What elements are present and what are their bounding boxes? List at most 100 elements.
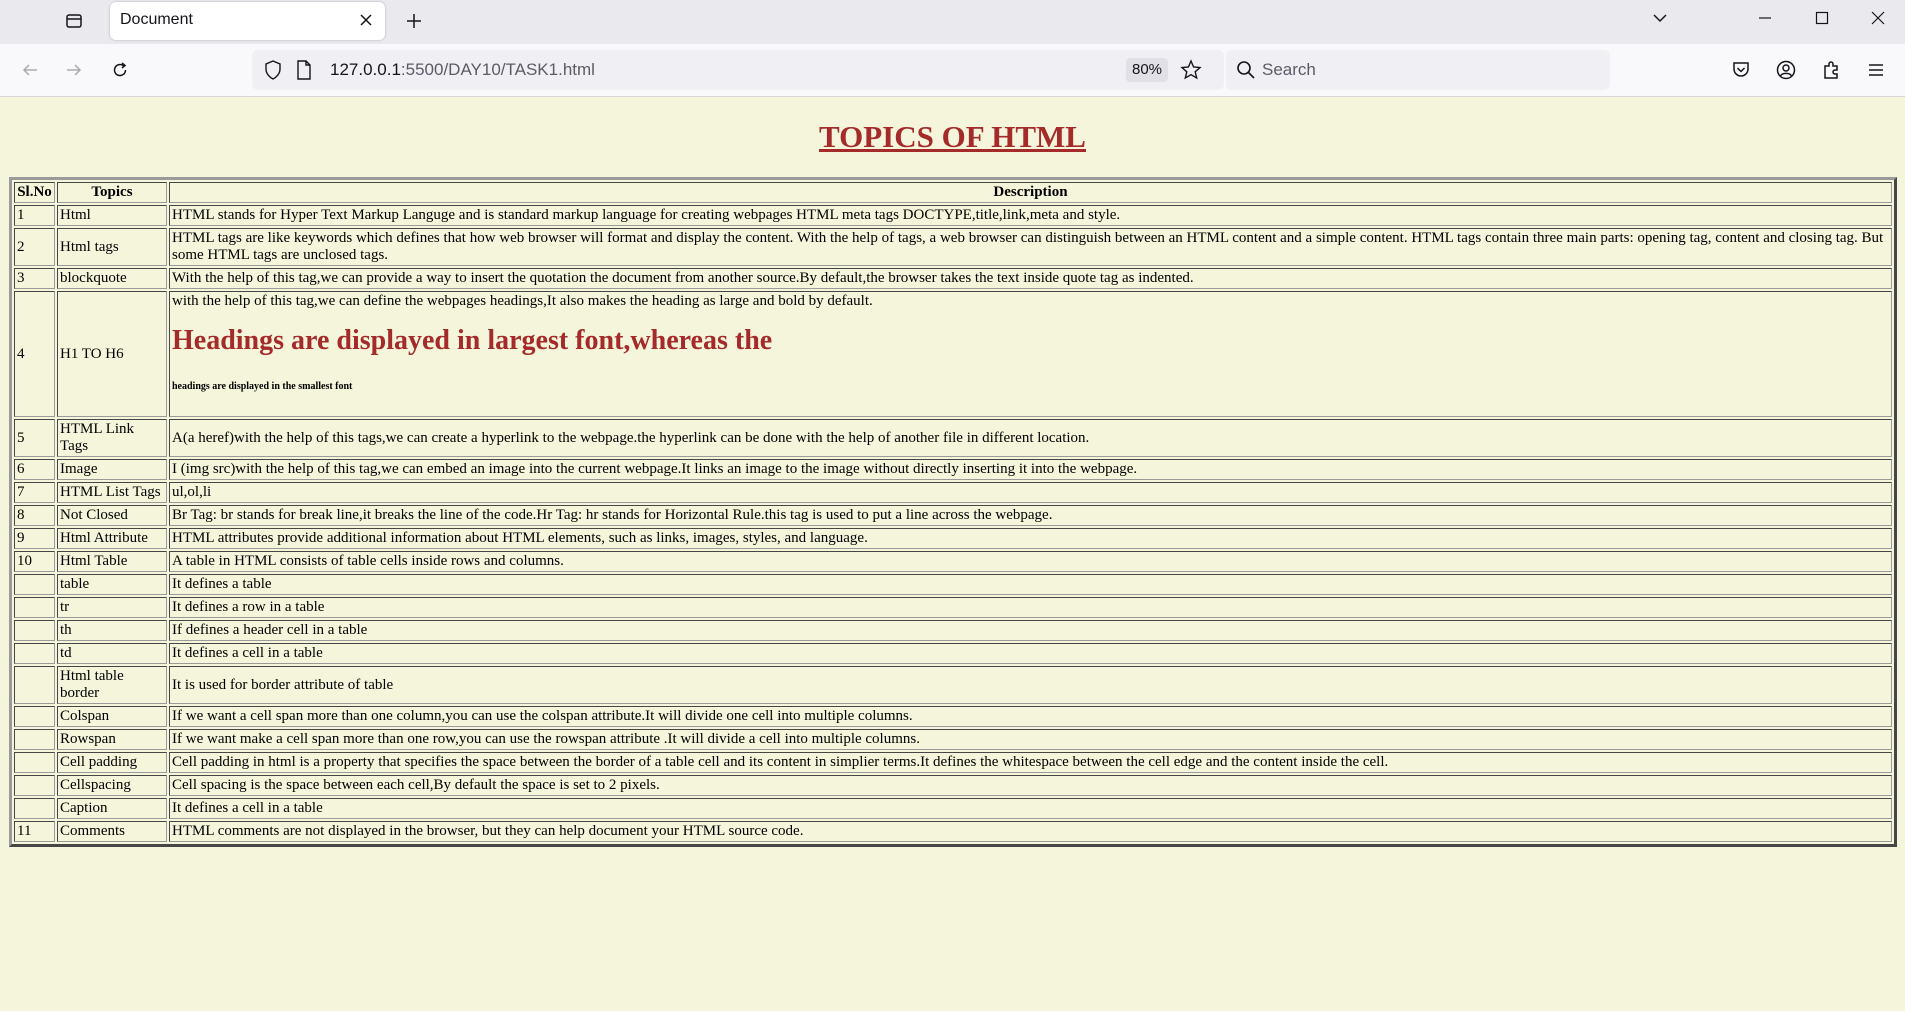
row-number bbox=[14, 775, 55, 796]
row-topic: table bbox=[57, 574, 167, 595]
row-description: HTML comments are not displayed in the b… bbox=[169, 821, 1892, 842]
row-number: 8 bbox=[14, 505, 55, 526]
table-row: Caption It defines a cell in a table bbox=[14, 798, 1892, 819]
table-row: 2 Html tags HTML tags are like keywords … bbox=[14, 228, 1892, 266]
tab-overflow-chevron-icon[interactable] bbox=[1637, 0, 1683, 36]
table-row: 10 Html Table A table in HTML consists o… bbox=[14, 551, 1892, 572]
row-number: 1 bbox=[14, 205, 55, 226]
row-description: A table in HTML consists of table cells … bbox=[169, 551, 1892, 572]
row-description: It defines a row in a table bbox=[169, 597, 1892, 618]
address-bar[interactable]: 127.0.0.1:5500/DAY10/TASK1.html 80% bbox=[252, 50, 1224, 90]
active-tab[interactable]: Document bbox=[110, 2, 385, 40]
table-row: 8 Not Closed Br Tag: br stands for break… bbox=[14, 505, 1892, 526]
row-number bbox=[14, 620, 55, 641]
header-description: Description bbox=[169, 182, 1892, 203]
close-window-icon[interactable] bbox=[1855, 0, 1901, 36]
tab-list-icon[interactable] bbox=[60, 7, 88, 35]
table-row: Cellspacing Cell spacing is the space be… bbox=[14, 775, 1892, 796]
table-row: Cell padding Cell padding in html is a p… bbox=[14, 752, 1892, 773]
close-tab-icon[interactable] bbox=[357, 11, 375, 29]
table-row: 4 H1 TO H6 with the help of this tag,we … bbox=[14, 291, 1892, 417]
row-topic: blockquote bbox=[57, 268, 167, 289]
url-text: 127.0.0.1:5500/DAY10/TASK1.html bbox=[330, 60, 595, 80]
minimize-icon[interactable] bbox=[1742, 0, 1788, 36]
row-topic: tr bbox=[57, 597, 167, 618]
forward-icon[interactable] bbox=[58, 54, 90, 86]
row-topic: Cellspacing bbox=[57, 775, 167, 796]
row-description: A(a heref)with the help of this tags,we … bbox=[169, 419, 1892, 457]
row-number: 10 bbox=[14, 551, 55, 572]
row-number: 5 bbox=[14, 419, 55, 457]
headings-intro-text: with the help of this tag,we can define … bbox=[172, 293, 873, 309]
table-row: Colspan If we want a cell span more than… bbox=[14, 706, 1892, 727]
row-topic: H1 TO H6 bbox=[57, 291, 167, 417]
row-number bbox=[14, 706, 55, 727]
row-topic: Html Table bbox=[57, 551, 167, 572]
table-row: 3 blockquote With the help of this tag,w… bbox=[14, 268, 1892, 289]
header-topics: Topics bbox=[57, 182, 167, 203]
table-row: td It defines a cell in a table bbox=[14, 643, 1892, 664]
row-number bbox=[14, 666, 55, 704]
row-description: with the help of this tag,we can define … bbox=[169, 291, 1892, 417]
row-description: I (img src)with the help of this tag,we … bbox=[169, 459, 1892, 480]
shield-icon[interactable] bbox=[264, 60, 282, 85]
row-topic: HTML Link Tags bbox=[57, 419, 167, 457]
table-row: table It defines a table bbox=[14, 574, 1892, 595]
account-icon[interactable] bbox=[1770, 54, 1802, 86]
navigation-bar: 127.0.0.1:5500/DAY10/TASK1.html 80% Sear… bbox=[0, 44, 1905, 97]
row-topic: Rowspan bbox=[57, 729, 167, 750]
table-row: Rowspan If we want make a cell span more… bbox=[14, 729, 1892, 750]
row-description: It defines a table bbox=[169, 574, 1892, 595]
reload-icon[interactable] bbox=[104, 54, 136, 86]
menu-icon[interactable] bbox=[1860, 54, 1892, 86]
row-number: 4 bbox=[14, 291, 55, 417]
row-topic: th bbox=[57, 620, 167, 641]
table-row: 1 Html HTML stands for Hyper Text Markup… bbox=[14, 205, 1892, 226]
maximize-icon[interactable] bbox=[1799, 0, 1845, 36]
row-description: HTML stands for Hyper Text Markup Langug… bbox=[169, 205, 1892, 226]
browser-chrome: Document 127.0.0.1:5500/DAY10/TASK1.html… bbox=[0, 0, 1905, 97]
row-topic: HTML List Tags bbox=[57, 482, 167, 503]
url-path: :5500/DAY10/TASK1.html bbox=[400, 60, 595, 79]
row-description: ul,ol,li bbox=[169, 482, 1892, 503]
search-bar[interactable]: Search bbox=[1226, 50, 1610, 90]
row-number: 9 bbox=[14, 528, 55, 549]
row-number bbox=[14, 798, 55, 819]
row-number: 6 bbox=[14, 459, 55, 480]
search-placeholder: Search bbox=[1262, 60, 1316, 79]
row-number bbox=[14, 643, 55, 664]
bookmark-star-icon[interactable] bbox=[1180, 59, 1202, 86]
table-row: th If defines a header cell in a table bbox=[14, 620, 1892, 641]
row-topic: Html Attribute bbox=[57, 528, 167, 549]
row-number bbox=[14, 752, 55, 773]
zoom-level[interactable]: 80% bbox=[1126, 58, 1169, 82]
row-description: If we want a cell span more than one col… bbox=[169, 706, 1892, 727]
pocket-icon[interactable] bbox=[1725, 54, 1757, 86]
table-row: 5 HTML Link Tags A(a heref)with the help… bbox=[14, 419, 1892, 457]
row-topic: td bbox=[57, 643, 167, 664]
row-number: 7 bbox=[14, 482, 55, 503]
row-description: HTML attributes provide additional infor… bbox=[169, 528, 1892, 549]
row-topic: Cell padding bbox=[57, 752, 167, 773]
search-icon bbox=[1236, 60, 1256, 85]
row-description: With the help of this tag,we can provide… bbox=[169, 268, 1892, 289]
row-topic: Not Closed bbox=[57, 505, 167, 526]
page-title: TOPICS OF HTML bbox=[819, 119, 1086, 154]
extensions-icon[interactable] bbox=[1815, 54, 1847, 86]
row-description: Br Tag: br stands for break line,it brea… bbox=[169, 505, 1892, 526]
url-host: 127.0.0.1 bbox=[330, 60, 401, 79]
row-description: If defines a header cell in a table bbox=[169, 620, 1892, 641]
row-description: If we want make a cell span more than on… bbox=[169, 729, 1892, 750]
row-topic: Caption bbox=[57, 798, 167, 819]
page-info-icon[interactable] bbox=[296, 60, 312, 85]
back-icon[interactable] bbox=[14, 54, 46, 86]
h1-example-heading: Headings are displayed in largest font,w… bbox=[172, 325, 773, 356]
table-row: 7 HTML List Tags ul,ol,li bbox=[14, 482, 1892, 503]
table-header-row: Sl.No Topics Description bbox=[14, 182, 1892, 203]
table-row: Html table border It is used for border … bbox=[14, 666, 1892, 704]
header-sl-no: Sl.No bbox=[14, 182, 55, 203]
row-description: It defines a cell in a table bbox=[169, 798, 1892, 819]
new-tab-icon[interactable] bbox=[400, 7, 428, 35]
row-topic: Image bbox=[57, 459, 167, 480]
table-row: tr It defines a row in a table bbox=[14, 597, 1892, 618]
